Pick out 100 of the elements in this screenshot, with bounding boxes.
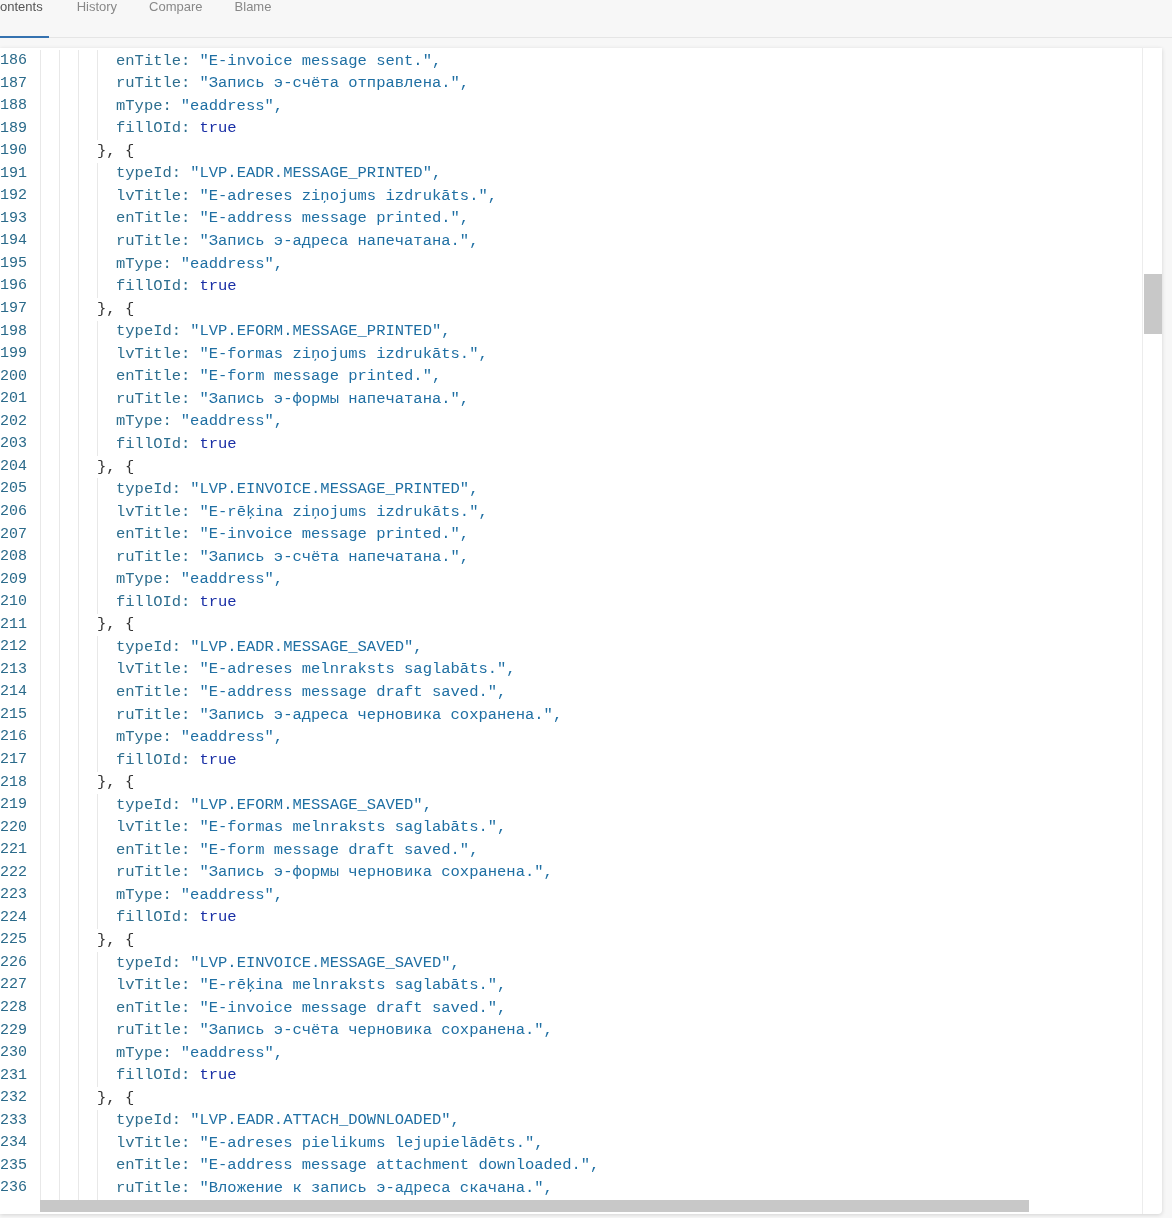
code-string: "eaddress", [180,411,284,433]
tab[interactable]: ontents [0,0,49,38]
line-number: 221 [0,840,28,861]
vertical-scrollbar[interactable] [1142,48,1162,1214]
line-number: 226 [0,952,28,973]
code-key: mType: [116,252,172,276]
code-key: typeId: [116,162,182,186]
code-text: }, { [97,614,135,636]
code-keyword: true [199,433,237,455]
code-key: ruTitle: [116,230,191,254]
code-string: "LVP.EFORM.MESSAGE_PRINTED", [190,321,451,343]
code-string: "LVP.EINVOICE.MESSAGE_SAVED", [190,952,460,974]
line-number: 201 [0,389,28,410]
code-keyword: true [199,907,237,929]
code-key: enTitle: [116,838,191,863]
code-text: }, { [97,456,135,478]
code-string: "eaddress", [180,727,284,749]
line-number: 211 [0,614,28,635]
line-number: 210 [0,592,28,613]
line-number: 207 [0,524,28,545]
tab[interactable]: Blame [230,0,276,38]
code-key: enTitle: [116,207,191,231]
line-number: 196 [0,276,28,297]
code-text: }, { [97,140,135,162]
line-number: 187 [0,73,28,94]
code-string: "E-formas ziņojums izdrukāts.", [199,343,488,365]
line-number: 222 [0,862,28,883]
code-string: "Запись э-формы напечатана.", [199,388,470,410]
code-key: lvTitle: [116,500,191,524]
line-number: 203 [0,434,28,455]
code-string: "eaddress", [180,1042,284,1064]
code-text: }, { [97,298,135,320]
code-keyword: true [199,118,237,140]
code-key: typeId: [116,320,182,344]
code-keyword: true [199,1065,237,1087]
code-key: lvTitle: [116,974,191,998]
line-number: 228 [0,998,28,1018]
code-string: "E-address message printed.", [199,208,470,230]
line-number: 230 [0,1043,28,1064]
code-string: "eaddress", [180,569,284,591]
tab[interactable]: History [72,0,122,38]
code-key: ruTitle: [116,861,191,885]
code-key: mType: [116,410,172,434]
horizontal-scrollbar[interactable] [40,1199,1029,1212]
code-string: "Запись э-адреса напечатана.", [199,231,479,253]
code-key: typeId: [116,635,182,660]
code-string: "E-adreses ziņojums izdrukāts.", [199,185,498,207]
code-string: "E-formas melnraksts saglabāts.", [199,817,507,839]
line-number: 192 [0,186,28,207]
line-number: 191 [0,163,28,184]
line-number: 206 [0,501,28,522]
code-keyword: true [199,276,237,298]
code-key: enTitle: [116,365,191,389]
code-key: fillOId: [116,590,191,615]
code-key: mType: [116,883,172,908]
line-number: 236 [0,1178,28,1199]
line-number: 224 [0,907,28,928]
line-number: 229 [0,1020,28,1041]
code-key: fillOId: [116,748,191,772]
code-string: "eaddress", [180,95,284,117]
code-string: "Вложение к запись э-адреса скачана.", [199,1178,553,1199]
code-string: "Запись э-счёта черновика сохранена.", [199,1020,553,1042]
tab[interactable]: Compare [145,0,207,38]
line-number: 193 [0,208,28,229]
code-string: "LVP.EADR.ATTACH_DOWNLOADED", [190,1110,460,1132]
code-key: fillOId: [116,906,191,930]
code-key: typeId: [116,793,182,817]
code-text: }, { [97,930,135,951]
code-key: ruTitle: [116,72,191,96]
line-number: 200 [0,366,28,387]
line-number: 209 [0,569,28,590]
code-key: ruTitle: [116,387,191,412]
line-number: 205 [0,479,28,500]
code-key: enTitle: [116,1154,191,1178]
line-number: 202 [0,411,28,432]
line-number: 190 [0,141,28,162]
code-key: fillOId: [116,275,191,299]
code-text: }, { [97,772,135,794]
code-key: lvTitle: [116,658,191,682]
code-key: lvTitle: [116,342,191,366]
line-number: 223 [0,885,28,906]
code-string: "eaddress", [180,884,284,906]
code-string: "E-adreses pielikums lejupielādēts.", [199,1132,544,1154]
code-keyword: true [199,749,237,771]
line-number: 215 [0,704,28,725]
code-string: "Запись э-формы черновика сохранена.", [199,862,553,884]
line-number: 189 [0,118,28,139]
line-number: 234 [0,1133,28,1154]
code-string: "E-invoice message sent.", [199,50,442,72]
code-string: "Запись э-счёта напечатана.", [199,546,470,568]
line-number: 214 [0,682,28,703]
line-number: 232 [0,1088,28,1109]
line-number: 197 [0,299,28,320]
code-text: }, { [97,1087,135,1109]
line-number: 186 [0,51,28,71]
code-key: fillOId: [116,432,191,457]
code-string: "Запись э-адреса черновика сохранена.", [199,704,563,726]
line-number: 220 [0,817,28,838]
line-number: 216 [0,727,28,748]
code-key: lvTitle: [116,1131,191,1156]
